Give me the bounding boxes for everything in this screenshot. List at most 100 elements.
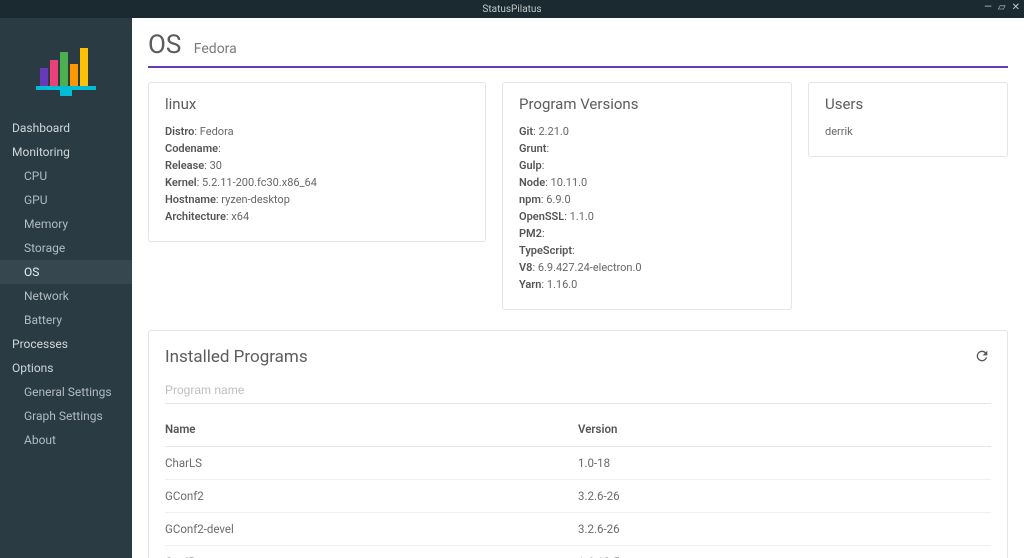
- kv-key: npm: [519, 193, 541, 206]
- kv-row: Node: 10.11.0: [519, 174, 775, 191]
- refresh-button[interactable]: [971, 345, 993, 367]
- versions-card: Program Versions Git: 2.21.0Grunt: Gulp:…: [502, 82, 792, 310]
- kv-value: :: [542, 227, 545, 240]
- nav-item-options[interactable]: Options: [0, 356, 132, 380]
- users-card-heading: Users: [825, 95, 991, 113]
- col-header-version: Version: [578, 412, 991, 447]
- kv-value: :: [546, 142, 549, 155]
- linux-card: linux Distro: FedoraCodename: Release: 3…: [148, 82, 486, 242]
- nav-menu: DashboardMonitoringCPUGPUMemoryStorageOS…: [0, 116, 132, 452]
- versions-kv-list: Git: 2.21.0Grunt: Gulp: Node: 10.11.0npm…: [519, 123, 775, 293]
- kv-value: : 5.2.11-200.fc30.x86_64: [197, 176, 317, 189]
- app-logo: [0, 28, 132, 116]
- versions-card-heading: Program Versions: [519, 95, 775, 113]
- kv-key: Node: [519, 176, 545, 189]
- kv-value: : 30: [204, 159, 222, 172]
- linux-card-heading: linux: [165, 95, 469, 113]
- nav-subitem-memory[interactable]: Memory: [0, 212, 132, 236]
- kv-key: Codename: [165, 142, 218, 155]
- kv-row: Kernel: 5.2.11-200.fc30.x86_64: [165, 174, 469, 191]
- kv-key: Gulp: [519, 159, 542, 172]
- kv-row: OpenSSL: 1.1.0: [519, 208, 775, 225]
- users-card: Users derrik: [808, 82, 1008, 157]
- kv-value: : 1.16.0: [541, 278, 577, 291]
- kv-value: : 6.9.0: [541, 193, 571, 206]
- kv-key: Release: [165, 159, 204, 172]
- installed-programs-card: Installed Programs Name Version CharLS1.…: [148, 330, 1008, 558]
- kv-key: Git: [519, 125, 533, 138]
- kv-row: Codename:: [165, 140, 469, 157]
- kv-row: Gulp:: [519, 157, 775, 174]
- table-row: GConf23.2.6-26: [165, 480, 991, 513]
- user-entry: derrik: [825, 123, 991, 140]
- kv-key: OpenSSL: [519, 210, 564, 223]
- kv-key: Yarn: [519, 278, 541, 291]
- program-version-cell: 3.2.6-26: [578, 513, 991, 546]
- program-name-cell: GeoIP: [165, 546, 578, 558]
- nav-item-dashboard[interactable]: Dashboard: [0, 116, 132, 140]
- nav-subitem-gpu[interactable]: GPU: [0, 188, 132, 212]
- kv-row: Distro: Fedora: [165, 123, 469, 140]
- kv-value: : 1.1.0: [564, 210, 594, 223]
- kv-key: Hostname: [165, 193, 216, 206]
- nav-subitem-graph-settings[interactable]: Graph Settings: [0, 404, 132, 428]
- kv-row: Architecture: x64: [165, 208, 469, 225]
- kv-key: PM2: [519, 227, 542, 240]
- maximize-icon[interactable]: ▱: [998, 2, 1006, 13]
- nav-subitem-storage[interactable]: Storage: [0, 236, 132, 260]
- table-row: GConf2-devel3.2.6-26: [165, 513, 991, 546]
- program-version-cell: 1.6.12-5: [578, 546, 991, 558]
- window-controls: — ▱ ✕: [984, 2, 1020, 13]
- page-title-main: OS: [148, 30, 181, 60]
- kv-value: : 2.21.0: [533, 125, 569, 138]
- nav-subitem-network[interactable]: Network: [0, 284, 132, 308]
- kv-row: PM2:: [519, 225, 775, 242]
- kv-value: : x64: [226, 210, 249, 223]
- kv-row: Yarn: 1.16.0: [519, 276, 775, 293]
- kv-value: :: [218, 142, 221, 155]
- kv-key: V8: [519, 261, 532, 274]
- kv-row: Git: 2.21.0: [519, 123, 775, 140]
- sidebar: DashboardMonitoringCPUGPUMemoryStorageOS…: [0, 18, 132, 558]
- kv-row: TypeScript:: [519, 242, 775, 259]
- kv-value: : 6.9.427.24-electron.0: [532, 261, 641, 274]
- close-icon[interactable]: ✕: [1012, 2, 1020, 13]
- kv-row: Release: 30: [165, 157, 469, 174]
- program-version-cell: 1.0-18: [578, 447, 991, 480]
- main-content: OS Fedora linux Distro: Fedora Codename : …: [132, 18, 1024, 558]
- nav-subitem-battery[interactable]: Battery: [0, 308, 132, 332]
- nav-item-monitoring[interactable]: Monitoring: [0, 140, 132, 164]
- nav-subitem-cpu[interactable]: CPU: [0, 164, 132, 188]
- table-row: CharLS1.0-18: [165, 447, 991, 480]
- kv-key: Kernel: [165, 176, 197, 189]
- kv-row: npm: 6.9.0: [519, 191, 775, 208]
- kv-value: :: [572, 244, 575, 257]
- window-title: StatusPilatus: [482, 4, 541, 15]
- program-version-cell: 3.2.6-26: [578, 480, 991, 513]
- nav-subitem-about[interactable]: About: [0, 428, 132, 452]
- kv-key: Distro: [165, 125, 194, 138]
- page-title: OS Fedora: [148, 26, 1008, 66]
- table-row: GeoIP1.6.12-5: [165, 546, 991, 558]
- kv-key: TypeScript: [519, 244, 572, 257]
- program-name-cell: GConf2-devel: [165, 513, 578, 546]
- kv-key: Grunt: [519, 142, 546, 155]
- installed-programs-table: Name Version CharLS1.0-18GConf23.2.6-26G…: [165, 412, 991, 558]
- program-name-cell: CharLS: [165, 447, 578, 480]
- kv-row: V8: 6.9.427.24-electron.0: [519, 259, 775, 276]
- page-title-sub: Fedora: [194, 41, 237, 57]
- kv-row: Grunt:: [519, 140, 775, 157]
- title-divider: [148, 66, 1008, 68]
- program-name-cell: GConf2: [165, 480, 578, 513]
- users-list: derrik: [825, 123, 991, 140]
- nav-subitem-os[interactable]: OS: [0, 260, 132, 284]
- nav-subitem-general-settings[interactable]: General Settings: [0, 380, 132, 404]
- minimize-icon[interactable]: —: [984, 2, 992, 13]
- kv-value: : Fedora: [194, 125, 233, 138]
- window-titlebar: StatusPilatus — ▱ ✕: [0, 0, 1024, 18]
- bar-chart-icon: [30, 38, 102, 98]
- kv-value: : 10.11.0: [545, 176, 587, 189]
- program-search-input[interactable]: [165, 377, 991, 404]
- nav-item-processes[interactable]: Processes: [0, 332, 132, 356]
- linux-kv-list: Distro: FedoraCodename: Release: 30Kerne…: [165, 123, 469, 225]
